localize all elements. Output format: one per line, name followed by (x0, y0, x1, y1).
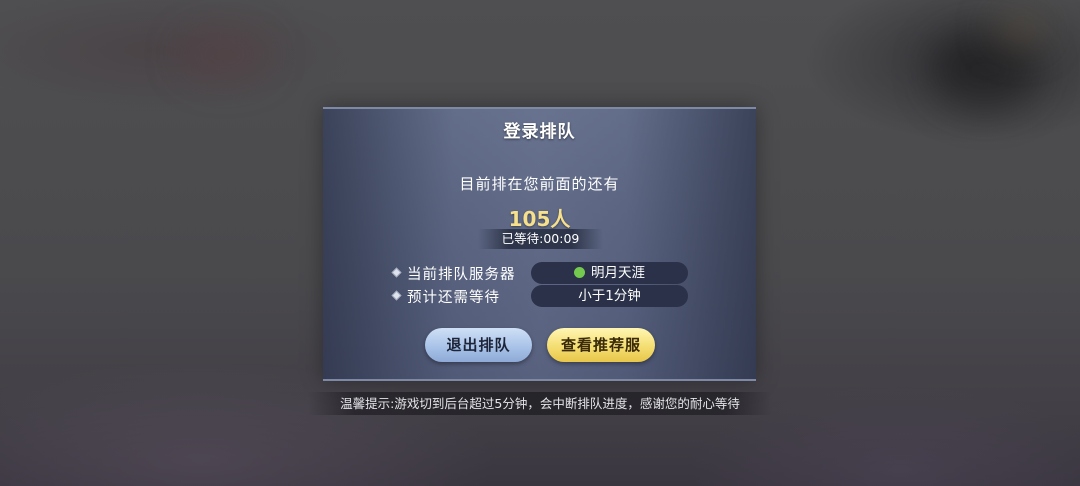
info-row-server: 当前排队服务器 明月天涯 (391, 262, 691, 284)
queue-count: 105人 (508, 207, 571, 231)
diamond-bullet-icon (391, 267, 402, 278)
diamond-bullet-icon (391, 290, 402, 301)
exit-queue-button[interactable]: 退出排队 (425, 328, 532, 362)
server-status-icon (574, 267, 585, 278)
server-name: 明月天涯 (591, 265, 645, 281)
waited-time: 已等待:00:09 (478, 229, 603, 249)
background-blur-warm (180, 30, 270, 80)
server-value-box: 明月天涯 (531, 262, 688, 284)
info-row-wait: 预计还需等待 小于1分钟 (391, 285, 691, 307)
estimated-wait-label: 预计还需等待 (407, 290, 500, 306)
login-queue-dialog: 登录排队 目前排在您前面的还有 105人 已等待:00:09 当前排队服务器 明… (323, 107, 756, 381)
view-recommended-server-button[interactable]: 查看推荐服 (547, 328, 655, 362)
background-blur-light (990, 10, 1050, 50)
warm-tip: 温馨提示:游戏切到后台超过5分钟，会中断排队进度，感谢您的耐心等待 (308, 392, 772, 415)
server-label: 当前排队服务器 (407, 267, 516, 283)
dialog-title: 登录排队 (503, 122, 576, 142)
estimated-wait-value: 小于1分钟 (531, 285, 688, 307)
queue-ahead-text: 目前排在您前面的还有 (459, 175, 620, 193)
